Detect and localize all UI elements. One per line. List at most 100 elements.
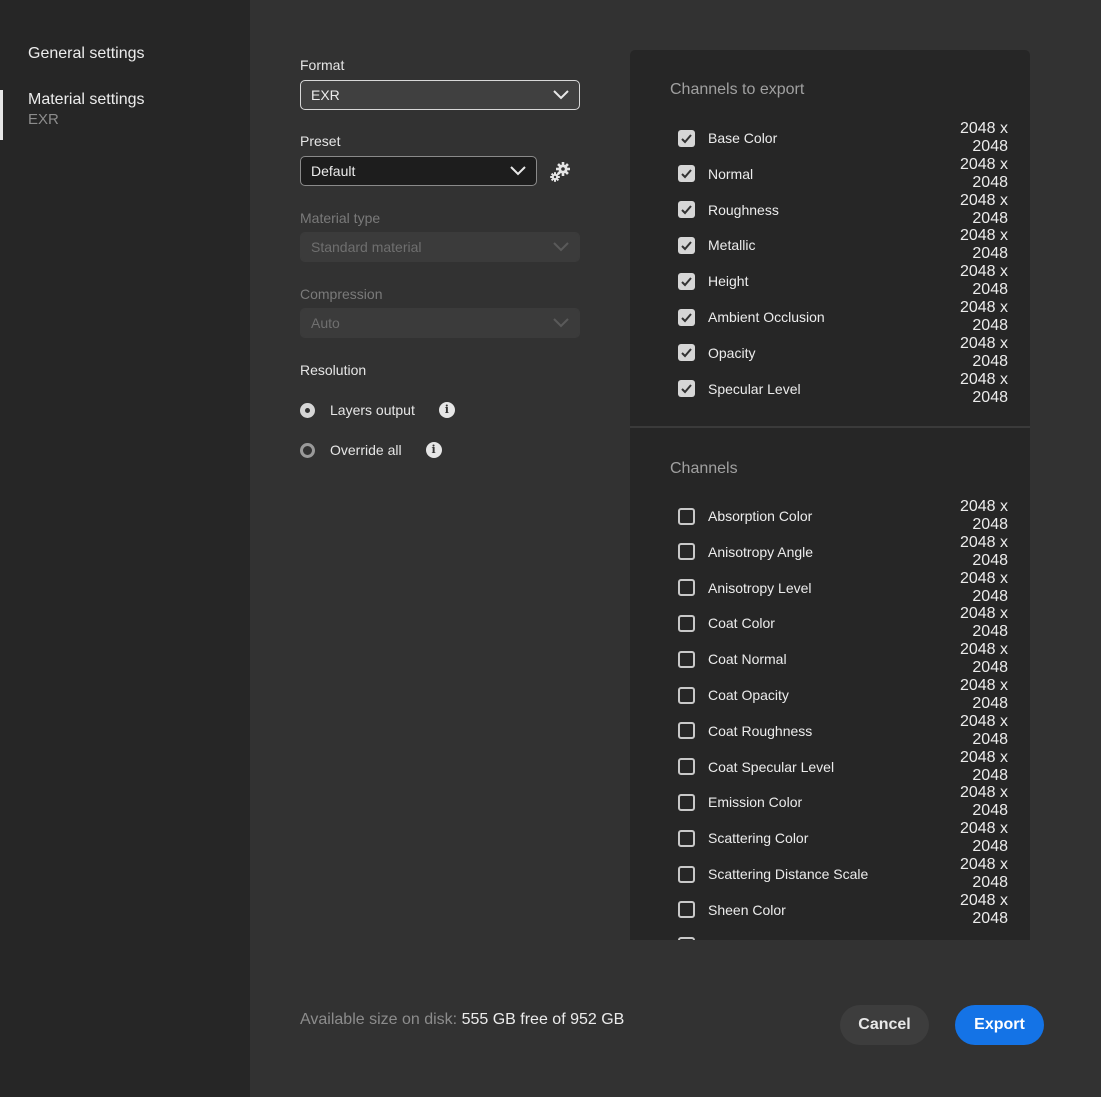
channel-resolution: 2048 x 2048 [959, 712, 1008, 748]
channel-name: Coat Opacity [708, 687, 789, 703]
channel-row[interactable]: Metallic 2048 x 2048 [678, 227, 1008, 262]
gears-icon[interactable] [548, 160, 572, 184]
resolution-option-layers-output[interactable]: Layers output i [300, 400, 455, 420]
channels-title: Channels [670, 460, 738, 477]
channel-name: Scattering Color [708, 830, 809, 847]
sidebar-item-material-settings[interactable]: Material settings EXR [28, 91, 145, 128]
checkbox-unchecked[interactable] [678, 937, 695, 940]
channel-row[interactable]: Coat Color 2048 x 2048 [678, 605, 1008, 640]
checkbox-unchecked[interactable] [678, 543, 695, 561]
channel-row[interactable]: Coat Roughness 2048 x 2048 [678, 713, 1008, 748]
channel-row[interactable]: Emission Color 2048 x 2048 [678, 784, 1008, 819]
channel-row[interactable]: Specular Level 2048 x 2048 [678, 371, 1008, 406]
channel-name: Absorption Color [708, 508, 813, 524]
info-icon[interactable]: i [438, 402, 455, 418]
channel-resolution: 2048 x 2048 [959, 498, 1008, 533]
disk-space-label: Available size on disk: [300, 1011, 458, 1028]
channel-row[interactable]: Scattering Distance Scale 2048 x 2048 [678, 856, 1008, 891]
checkbox-checked[interactable] [678, 165, 695, 183]
channel-resolution: 2048 x 2048 [959, 227, 1008, 263]
checkbox-unchecked[interactable] [678, 614, 695, 632]
channel-row[interactable]: Absorption Color 2048 x 2048 [678, 498, 1008, 533]
channel-resolution: 2048 x 2048 [959, 334, 1008, 370]
channel-row[interactable]: Ambient Occlusion 2048 x 2048 [678, 299, 1008, 334]
checkbox-checked[interactable] [678, 129, 695, 147]
channel-name: Coat Color [708, 615, 775, 632]
chevron-down-icon [510, 166, 526, 176]
checkbox-unchecked[interactable] [678, 758, 695, 776]
resolution-label: Resolution [300, 362, 367, 378]
channel-resolution: 2048 x 2048 [959, 299, 1008, 334]
radio-button[interactable] [300, 442, 315, 458]
export-button[interactable]: Export [955, 1005, 1044, 1045]
checkbox-checked[interactable] [678, 236, 695, 254]
channel-resolution: 2048 x 2048 [959, 120, 1008, 155]
format-label: Format [300, 57, 345, 73]
checkbox-checked[interactable] [678, 308, 695, 326]
channel-name: Metallic [708, 237, 756, 254]
channel-name: Ambient Occlusion [708, 309, 825, 325]
checkbox-unchecked[interactable] [678, 901, 695, 919]
channel-row[interactable]: Height 2048 x 2048 [678, 263, 1008, 298]
channels-panel: Channels to export Base Color 2048 x 2048… [630, 50, 1030, 940]
checkmark-icon [681, 205, 692, 215]
checkmark-icon [681, 348, 692, 358]
sidebar-item-general-settings[interactable]: General settings [28, 45, 145, 63]
channel-row[interactable]: Roughness 2048 x 2048 [678, 192, 1008, 227]
channel-row[interactable]: Base Color 2048 x 2048 [678, 120, 1008, 155]
channel-row[interactable]: Opacity 2048 x 2048 [678, 335, 1008, 370]
chevron-down-icon [553, 90, 569, 100]
channel-name: Anisotropy Level [708, 579, 812, 596]
format-dropdown[interactable]: EXR [300, 80, 580, 110]
checkmark-icon [681, 277, 692, 287]
checkbox-checked[interactable] [678, 201, 695, 219]
section-divider [630, 426, 1030, 428]
preset-label: Preset [300, 133, 341, 149]
channel-name: Coat Roughness [708, 722, 813, 739]
chevron-down-icon [553, 318, 569, 328]
checkbox-unchecked[interactable] [678, 579, 695, 597]
checkbox-unchecked[interactable] [678, 686, 695, 704]
channel-row[interactable] [678, 936, 1008, 940]
channel-resolution: 2048 x 2048 [959, 533, 1008, 569]
channel-row[interactable]: Sheen Color 2048 x 2048 [678, 892, 1008, 927]
checkmark-icon [681, 384, 692, 394]
checkbox-checked[interactable] [678, 380, 695, 398]
channel-row[interactable]: Anisotropy Angle 2048 x 2048 [678, 534, 1008, 569]
channel-resolution: 2048 x 2048 [959, 263, 1008, 299]
cancel-button[interactable]: Cancel [840, 1005, 929, 1045]
checkbox-unchecked[interactable] [678, 507, 695, 525]
preset-dropdown[interactable]: Default [300, 156, 537, 186]
checkbox-unchecked[interactable] [678, 650, 695, 668]
channel-name: Specular Level [708, 380, 801, 397]
channel-row[interactable]: Coat Normal 2048 x 2048 [678, 641, 1008, 676]
channel-resolution: 2048 x 2048 [959, 856, 1008, 891]
compression-label: Compression [300, 286, 383, 302]
channel-row[interactable]: Anisotropy Level 2048 x 2048 [678, 570, 1008, 605]
channel-name: Anisotropy Angle [708, 543, 814, 560]
checkbox-unchecked[interactable] [678, 793, 695, 811]
checkbox-unchecked[interactable] [678, 722, 695, 740]
checkbox-unchecked[interactable] [678, 829, 695, 847]
radio-label: Override all [330, 442, 402, 458]
checkbox-checked[interactable] [678, 344, 695, 362]
channels-to-export-title: Channels to export [670, 81, 805, 98]
channel-name: Sheen Color [708, 901, 786, 918]
channel-row[interactable]: Coat Specular Level 2048 x 2048 [678, 749, 1008, 784]
channel-row[interactable]: Normal 2048 x 2048 [678, 156, 1008, 191]
checkbox-checked[interactable] [678, 272, 695, 290]
material-type-dropdown: Standard material [300, 232, 580, 262]
info-icon[interactable]: i [425, 442, 442, 458]
checkmark-icon [681, 169, 692, 179]
format-value: EXR [311, 87, 340, 103]
channel-resolution: 2048 x 2048 [959, 677, 1008, 712]
sidebar-item-label: General settings [28, 45, 145, 62]
radio-label: Layers output [330, 402, 415, 418]
channel-row[interactable]: Coat Opacity 2048 x 2048 [678, 677, 1008, 712]
radio-button[interactable] [300, 402, 315, 418]
compression-value: Auto [311, 315, 340, 331]
resolution-option-override-all[interactable]: Override all i [300, 440, 442, 460]
material-type-label: Material type [300, 210, 381, 226]
checkbox-unchecked[interactable] [678, 865, 695, 883]
channel-row[interactable]: Scattering Color 2048 x 2048 [678, 820, 1008, 855]
